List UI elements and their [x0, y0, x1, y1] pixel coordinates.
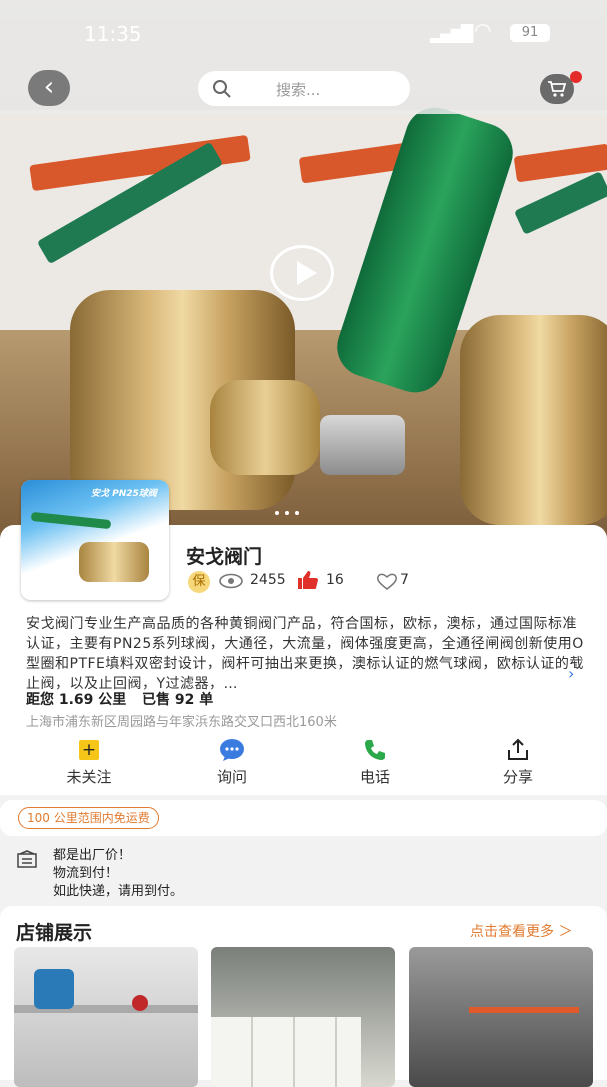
cart-notification-dot [570, 71, 582, 83]
phone-label: 电话 [359, 768, 390, 786]
store-photo[interactable] [14, 947, 198, 1087]
follow-button[interactable]: + 未关注 [49, 738, 129, 788]
phone-button[interactable]: 电话 [335, 738, 415, 788]
search-icon [213, 80, 231, 98]
chevron-left-icon: ‹ [43, 72, 55, 102]
search-input[interactable]: 搜索... [198, 71, 410, 106]
seller-notes: 都是出厂价！ 物流到付！ 如此快递，请用到付。 [0, 840, 607, 902]
guarantee-badge: 保 [188, 571, 210, 593]
search-placeholder: 搜索... [276, 81, 321, 99]
shop-description: 安戈阀门专业生产高品质的各种黄铜阀门产品，符合国标，欧标，澳标，通过国际标准认证… [26, 616, 584, 692]
distance-text: 距您 1.69 公里 [26, 692, 127, 708]
back-button[interactable]: ‹ [28, 70, 70, 106]
expand-chevron-icon[interactable]: › [568, 664, 575, 683]
store-photo-valve [132, 995, 148, 1011]
carousel-dots [272, 500, 302, 519]
note-line: 如此快递，请用到付。 [53, 884, 184, 899]
view-more-link[interactable]: 点击查看更多 ＞ [470, 921, 572, 941]
inquire-button[interactable]: 询问 [192, 738, 272, 788]
hero-brass-valve-right [460, 315, 607, 525]
chat-bubble-icon [220, 739, 244, 761]
view-count: 2455 [250, 572, 286, 588]
status-bar: 11:35 ▂▄▆█ ◠ 91 [0, 0, 607, 64]
notice-icon [17, 850, 37, 868]
shop-address[interactable]: 上海市浦东新区周园路与年家浜东路交叉口西北160米 [26, 711, 337, 730]
hero-valve-stem [210, 380, 320, 475]
like-count: 16 [326, 572, 344, 588]
signal-icon: ▂▄▆█ [430, 24, 473, 43]
follow-plus-icon: + [79, 740, 99, 760]
heart-share-icon[interactable] [376, 572, 398, 590]
note-line: 物流到付！ [53, 866, 119, 881]
cart-button[interactable] [540, 74, 574, 104]
thumbnail-valve [79, 542, 149, 582]
store-photo-meter [34, 969, 74, 1009]
store-photo-machine-part [469, 1007, 579, 1013]
shop-name: 安戈阀门 [186, 546, 263, 568]
share-button[interactable]: 分享 [478, 738, 558, 788]
hero-valve-nut [320, 415, 405, 475]
thumbs-up-icon[interactable] [297, 570, 319, 590]
sold-count: 已售 92 单 [142, 692, 214, 708]
cart-icon [548, 81, 567, 97]
share-icon [508, 738, 528, 760]
status-time: 11:35 [84, 22, 142, 46]
battery-icon: 91 [510, 24, 550, 42]
store-display-title: 店铺展示 [16, 922, 93, 944]
share-label: 分享 [502, 768, 533, 786]
phone-icon [365, 740, 385, 760]
share-count: 7 [400, 572, 409, 588]
thumbnail-badge-text: 安戈 PN25球阀 [91, 489, 157, 499]
store-photo[interactable] [211, 947, 395, 1087]
shop-thumbnail[interactable]: 安戈 PN25球阀 [21, 480, 169, 600]
play-video-icon[interactable] [270, 245, 334, 301]
store-photo-boxes [211, 1017, 361, 1087]
wifi-icon: ◠ [474, 18, 492, 42]
store-photo[interactable] [409, 947, 593, 1087]
inquire-label: 询问 [216, 768, 247, 786]
eye-icon [219, 573, 243, 589]
top-navigation-bar: ‹ 搜索... [0, 64, 607, 114]
store-display-section: 店铺展示 点击查看更多 ＞ [0, 906, 607, 1087]
note-line: 都是出厂价！ [53, 848, 132, 863]
follow-label: 未关注 [66, 768, 112, 786]
free-shipping-badge: 100 公里范围内免运费 [18, 807, 159, 829]
